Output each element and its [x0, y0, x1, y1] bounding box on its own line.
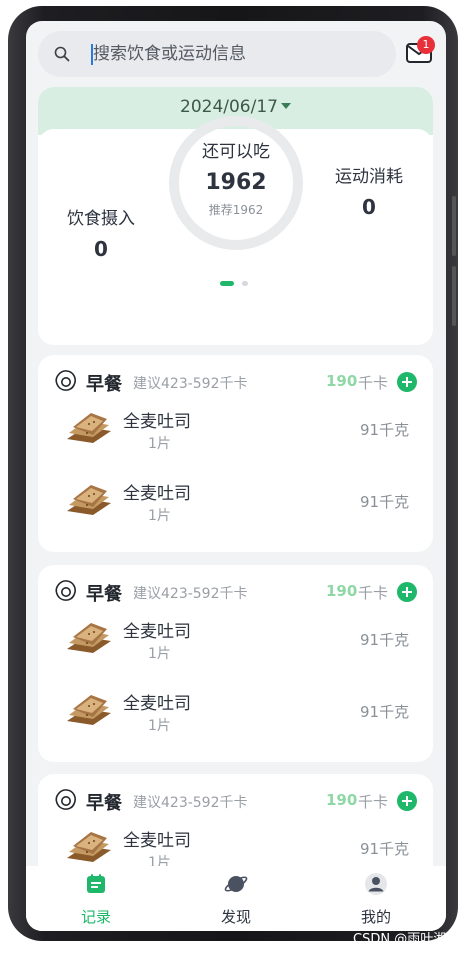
search-row: 搜索饮食或运动信息 1 — [26, 21, 446, 83]
meal-card: 早餐 建议423-592千卡 190 千卡 全麦吐司 1片 91千克 全麦吐司 … — [38, 565, 433, 762]
tab-profile-label: 我的 — [360, 908, 391, 926]
egg-icon — [55, 789, 76, 810]
intake-label: 饮食摄入 — [67, 209, 135, 229]
meal-header: 早餐 建议423-592千卡 190 千卡 — [38, 565, 433, 609]
food-row[interactable]: 全麦吐司 1片 91千克 — [38, 471, 433, 541]
watermark: CSDN @雨叶湘 — [353, 932, 447, 947]
intake-stat: 饮食摄入 0 — [46, 204, 156, 261]
meal-kcal: 190 — [326, 791, 358, 809]
food-name: 全麦吐司 — [123, 831, 191, 851]
egg-icon — [55, 580, 76, 601]
search-input[interactable]: 搜索饮食或运动信息 — [38, 31, 396, 77]
toast-image — [67, 695, 111, 725]
meal-kcal: 190 — [326, 372, 358, 390]
food-name: 全麦吐司 — [123, 412, 191, 432]
recommended-value: 推荐1962 — [208, 203, 264, 217]
food-name: 全麦吐司 — [123, 622, 191, 642]
caret-down-icon — [280, 103, 291, 109]
summary-body: 饮食摄入 0 还可以吃 1962 推荐1962 运动消耗 0 — [38, 116, 433, 345]
toast-image — [67, 485, 111, 515]
tab-record-label: 记录 — [80, 908, 111, 926]
tab-discover[interactable]: 发现 — [186, 866, 286, 931]
search-icon — [54, 46, 70, 62]
side-button — [452, 266, 456, 326]
food-weight: 91千克 — [360, 421, 410, 439]
daily-summary-card: 2024/06/17 饮食摄入 0 还可以吃 1962 推荐1962 运动消耗 … — [38, 87, 433, 345]
meal-title: 早餐 — [86, 584, 122, 605]
meal-suggestion: 建议423-592千卡 — [133, 376, 248, 392]
meal-kcal-unit: 千卡 — [358, 584, 389, 602]
burn-label: 运动消耗 — [335, 167, 403, 187]
tab-discover-label: 发现 — [220, 908, 251, 926]
toast-image — [67, 832, 111, 862]
search-placeholder: 搜索饮食或运动信息 — [93, 44, 246, 64]
food-weight: 91千克 — [360, 493, 410, 511]
food-weight: 91千克 — [360, 631, 410, 649]
meal-suggestion: 建议423-592千卡 — [133, 795, 248, 811]
remaining-label: 还可以吃 — [202, 142, 270, 162]
notification-badge: 1 — [417, 36, 435, 54]
tab-profile[interactable]: 我的 — [326, 866, 426, 931]
meal-suggestion: 建议423-592千卡 — [133, 586, 248, 602]
bottom-tab-bar: 记录 发现 我的 — [26, 866, 446, 931]
food-quantity: 1片 — [148, 646, 171, 662]
food-row[interactable]: 全麦吐司 1片 91千克 — [38, 609, 433, 679]
meal-header: 早餐 建议423-592千卡 190 千卡 — [38, 774, 433, 818]
egg-icon — [55, 370, 76, 391]
page-dot — [242, 281, 248, 286]
add-food-button[interactable] — [397, 582, 417, 602]
burn-value: 0 — [362, 195, 376, 219]
food-name: 全麦吐司 — [123, 694, 191, 714]
food-weight: 91千克 — [360, 840, 410, 858]
add-food-button[interactable] — [397, 372, 417, 392]
user-icon — [365, 873, 387, 895]
food-quantity: 1片 — [148, 436, 171, 452]
meal-kcal: 190 — [326, 582, 358, 600]
meal-card: 早餐 建议423-592千卡 190 千卡 全麦吐司 1片 91千克 全麦吐司 … — [38, 355, 433, 552]
food-row[interactable]: 全麦吐司 1片 91千克 — [38, 399, 433, 469]
meal-kcal-unit: 千卡 — [358, 374, 389, 392]
add-food-button[interactable] — [397, 791, 417, 811]
food-name: 全麦吐司 — [123, 484, 191, 504]
food-row[interactable]: 全麦吐司 1片 91千克 — [38, 681, 433, 751]
food-quantity: 1片 — [148, 718, 171, 734]
planet-icon — [224, 876, 248, 892]
toast-image — [67, 623, 111, 653]
meal-header: 早餐 建议423-592千卡 190 千卡 — [38, 355, 433, 399]
tab-record[interactable]: 记录 — [46, 866, 146, 931]
calendar-icon — [87, 874, 105, 893]
toast-image — [67, 413, 111, 443]
intake-value: 0 — [94, 237, 108, 261]
burn-stat: 运动消耗 0 — [314, 162, 424, 219]
meal-kcal-unit: 千卡 — [358, 793, 389, 811]
meal-title: 早餐 — [86, 793, 122, 814]
side-button — [452, 196, 456, 256]
meal-title: 早餐 — [86, 374, 122, 395]
food-quantity: 1片 — [148, 508, 171, 524]
app-screen: 搜索饮食或运动信息 1 2024/06/17 饮食摄入 0 还可以吃 1962 — [26, 21, 446, 931]
page-dot-active — [220, 281, 234, 286]
remaining-value: 1962 — [205, 170, 267, 195]
remaining-stat: 还可以吃 1962 推荐1962 — [166, 137, 306, 218]
food-weight: 91千克 — [360, 703, 410, 721]
